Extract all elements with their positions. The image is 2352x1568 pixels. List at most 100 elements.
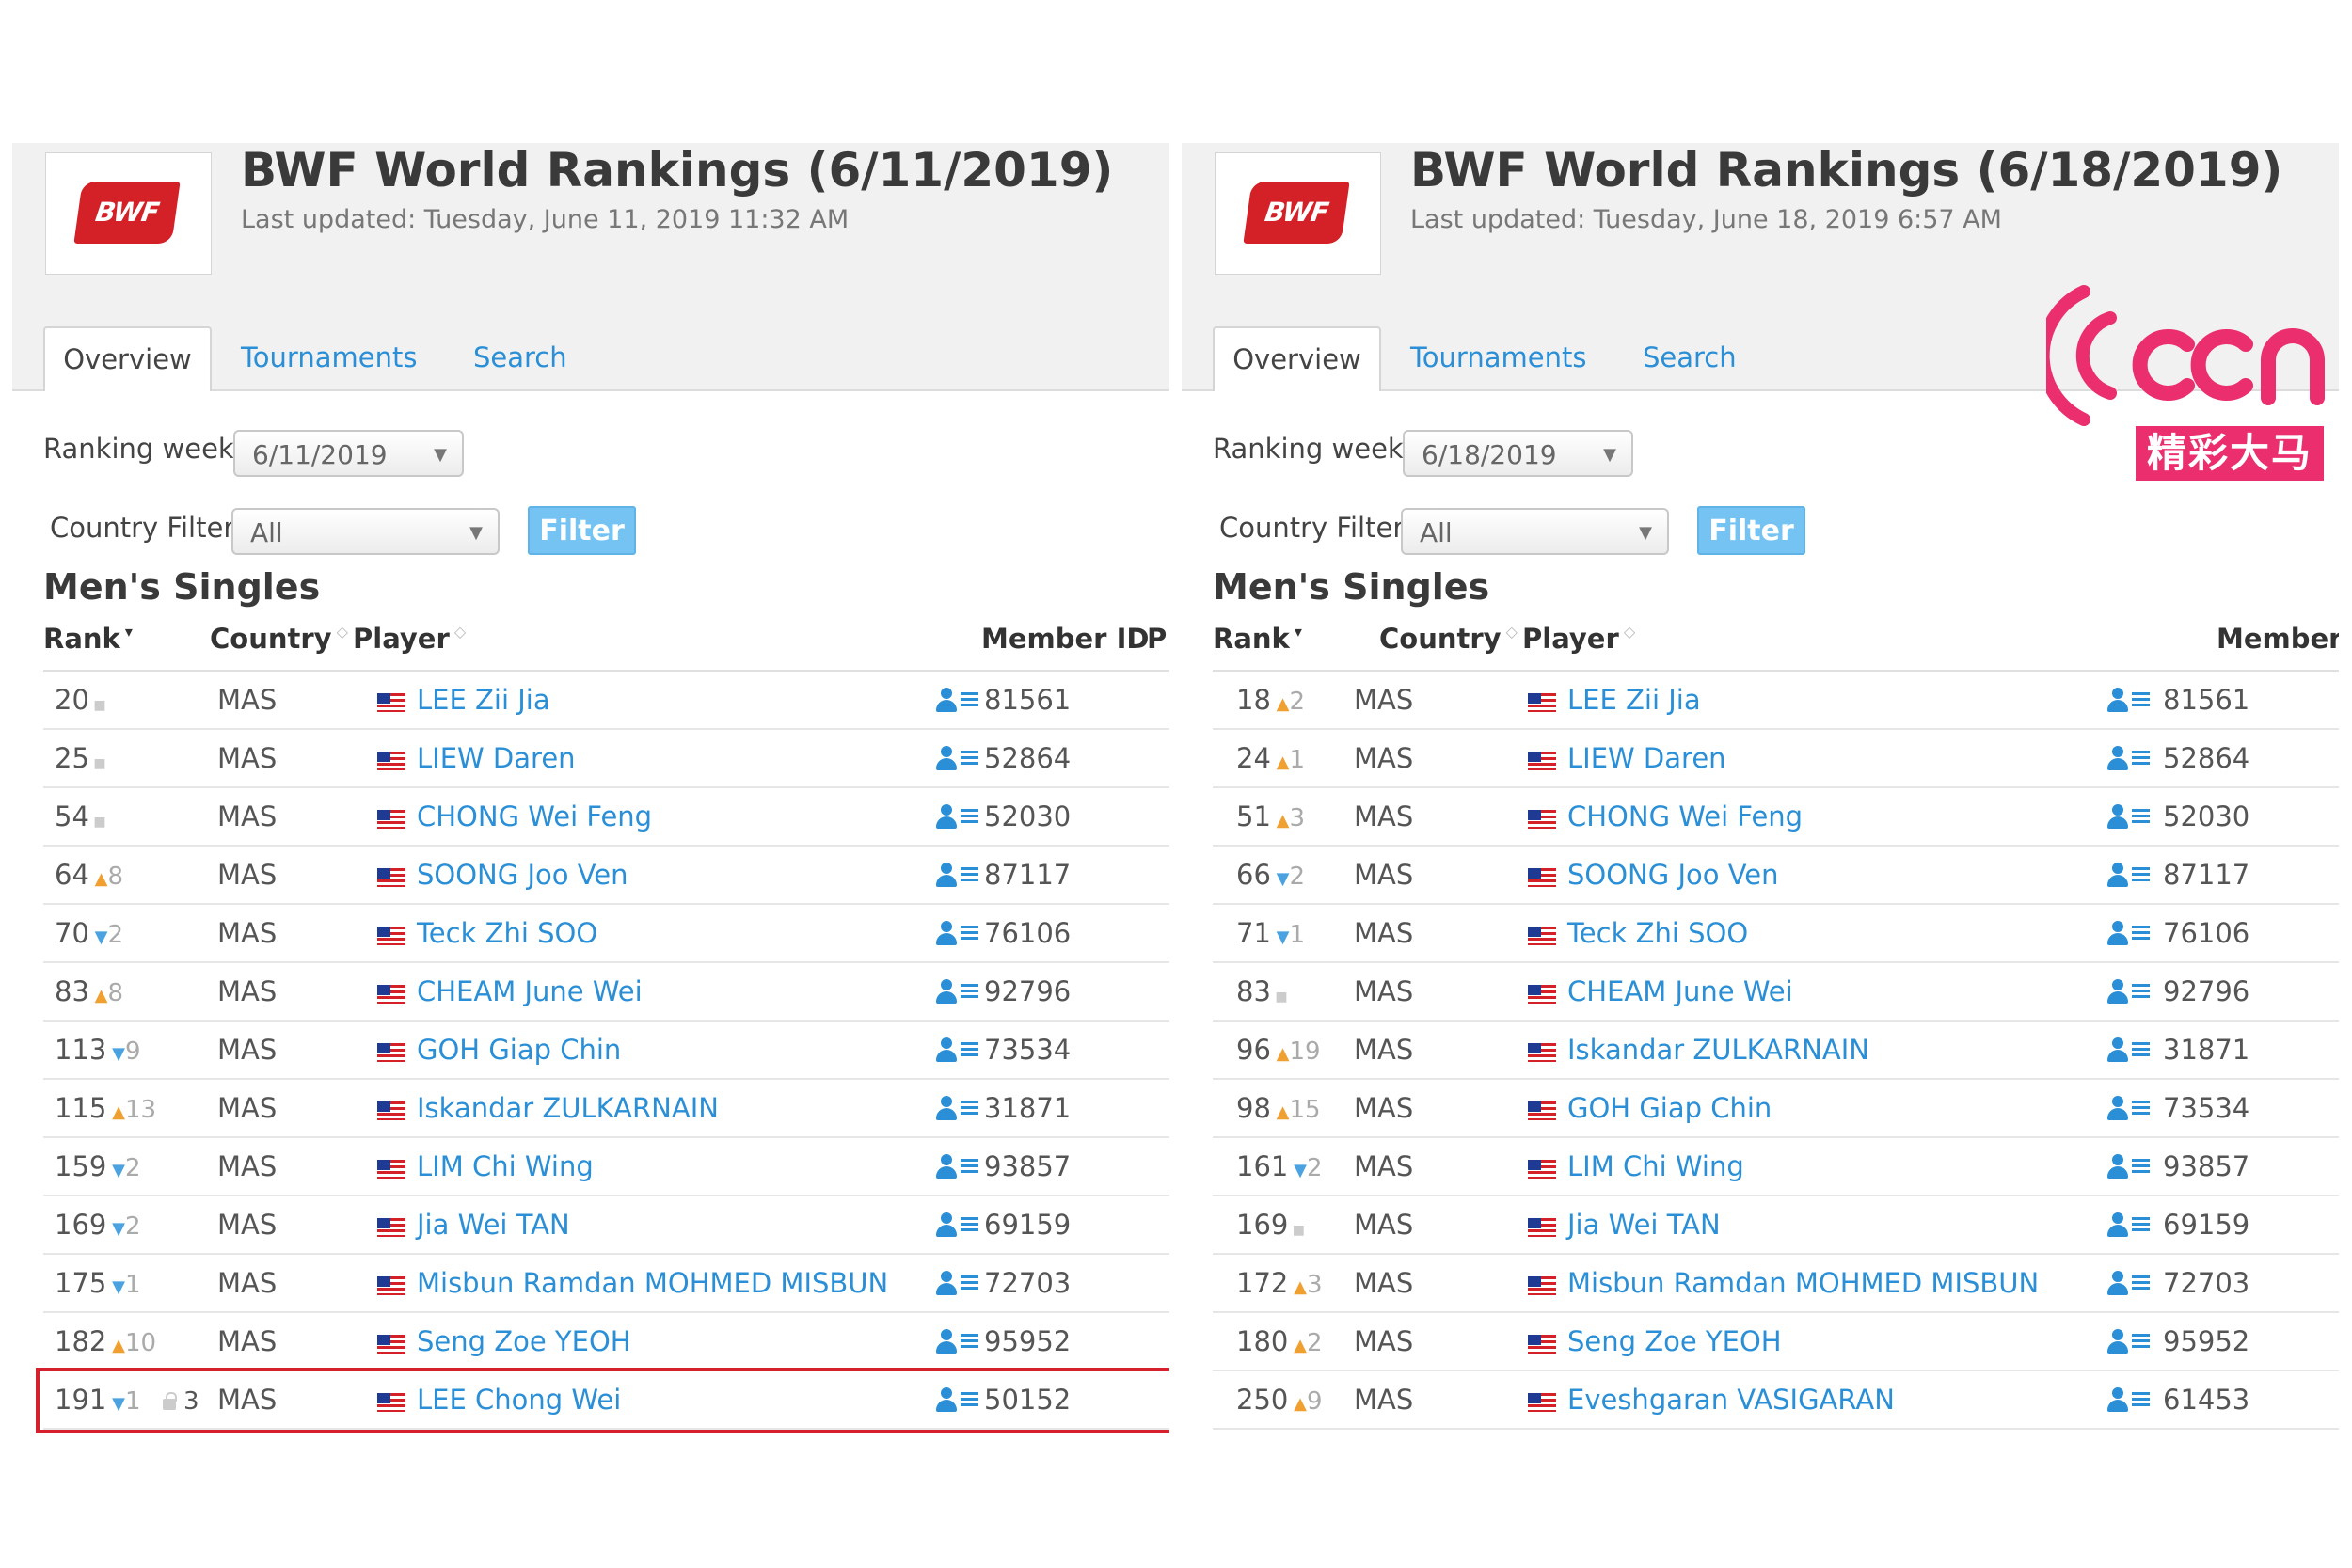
profile-list-icon[interactable]	[935, 1269, 980, 1297]
country-filter-select[interactable]: All ▼	[1401, 508, 1669, 555]
profile-list-icon[interactable]	[2106, 1036, 2152, 1064]
player-link[interactable]: Misbun Ramdan MOHMED MISBUN	[1567, 1267, 2039, 1299]
player-link[interactable]: Misbun Ramdan MOHMED MISBUN	[417, 1267, 888, 1299]
player-link[interactable]: LIM Chi Wing	[1567, 1150, 1744, 1182]
profile-icon-body	[2107, 758, 2128, 770]
member-id-cell: 52030	[2163, 800, 2250, 832]
member-id-cell: 93857	[2163, 1150, 2250, 1182]
rank-down-icon: ▼	[1270, 927, 1290, 947]
profile-list-icon[interactable]	[2106, 919, 2152, 947]
profile-list-icon[interactable]	[935, 1327, 980, 1355]
ranking-week-select[interactable]: 6/11/2019 ▼	[233, 430, 464, 477]
player-link[interactable]: Seng Zoe YEOH	[1567, 1325, 1782, 1357]
player-link[interactable]: LIEW Daren	[1567, 742, 1726, 774]
profile-list-icon[interactable]	[2106, 686, 2152, 714]
player-link[interactable]: Eveshgaran VASIGARAN	[1567, 1384, 1895, 1416]
player-link[interactable]: CHEAM June Wei	[1567, 975, 1793, 1007]
profile-list-icon[interactable]	[935, 1094, 980, 1122]
player-link[interactable]: LIM Chi Wing	[417, 1150, 594, 1182]
profile-list-icon[interactable]	[2106, 977, 2152, 1006]
player-link[interactable]: LEE Chong Wei	[417, 1384, 621, 1416]
profile-list-icon[interactable]	[935, 861, 980, 889]
profile-list-icon[interactable]	[935, 744, 980, 772]
profile-list-icon[interactable]	[2106, 802, 2152, 831]
player-link[interactable]: GOH Giap Chin	[1567, 1092, 1772, 1124]
rank-cell: 18 ▲2	[1236, 672, 1305, 733]
player-link[interactable]: Iskandar ZULKARNAIN	[1567, 1034, 1869, 1066]
profile-icon-body	[936, 1283, 957, 1295]
rank-value: 83	[1236, 975, 1271, 1007]
profile-list-icon[interactable]	[935, 1036, 980, 1064]
profile-list-icon[interactable]	[2106, 1386, 2152, 1414]
tab-overview[interactable]: Overview	[43, 326, 212, 391]
column-country-label: Country	[1379, 623, 1502, 655]
profile-list-icon[interactable]	[2106, 1269, 2152, 1297]
player-link[interactable]: Jia Wei TAN	[1567, 1209, 1721, 1241]
column-header-country[interactable]: Country ◇	[210, 623, 348, 655]
malaysia-flag-icon	[377, 1101, 405, 1120]
column-header-player[interactable]: Player ◇	[353, 623, 466, 655]
rank-cell: 70 ▼2	[55, 905, 123, 966]
bwf-logo[interactable]: BWF	[45, 152, 212, 275]
profile-list-icon[interactable]	[935, 977, 980, 1006]
player-link[interactable]: SOONG Joo Ven	[417, 859, 628, 891]
player-link[interactable]: GOH Giap Chin	[417, 1034, 621, 1066]
ranking-week-select[interactable]: 6/18/2019 ▼	[1403, 430, 1633, 477]
profile-list-icon[interactable]	[935, 802, 980, 831]
profile-list-icon[interactable]	[2106, 1094, 2152, 1122]
player-link[interactable]: LEE Zii Jia	[417, 684, 550, 716]
profile-list-icon[interactable]	[935, 1152, 980, 1180]
member-id-cell: 92796	[984, 975, 1072, 1007]
profile-list-icon[interactable]	[935, 686, 980, 714]
rank-value: 115	[55, 1092, 107, 1124]
country-filter-select[interactable]: All ▼	[231, 508, 500, 555]
profile-list-icon[interactable]	[2106, 861, 2152, 889]
column-header-country[interactable]: Country ◇	[1379, 623, 1518, 655]
rank-change: 8	[107, 863, 124, 891]
profile-list-icon[interactable]	[935, 919, 980, 947]
player-link[interactable]: CHONG Wei Feng	[1567, 800, 1803, 832]
rank-cell: 169 ■	[1236, 1196, 1305, 1259]
filter-button[interactable]: Filter	[528, 506, 636, 555]
player-link[interactable]: Seng Zoe YEOH	[417, 1325, 631, 1357]
tab-search[interactable]: Search	[473, 326, 567, 389]
profile-list-icon[interactable]	[935, 1211, 980, 1239]
player-cell: CHEAM June Wei	[377, 963, 643, 1020]
rank-change: 1	[1289, 921, 1306, 949]
filter-button[interactable]: Filter	[1697, 506, 1805, 555]
player-link[interactable]: Iskandar ZULKARNAIN	[417, 1092, 719, 1124]
tab-tournaments[interactable]: Tournaments	[1410, 326, 1586, 389]
column-header-member-id: Member I	[2217, 623, 2339, 655]
country-cell: MAS	[1354, 1325, 1414, 1357]
profile-icon-head	[941, 688, 952, 699]
table-row: 182 ▲10 MAS Seng Zoe YEOH 95952	[43, 1313, 1169, 1371]
profile-icon-lines	[961, 751, 978, 766]
tab-tournaments[interactable]: Tournaments	[241, 326, 417, 389]
profile-icon-lines	[961, 926, 978, 941]
player-link[interactable]: Jia Wei TAN	[417, 1209, 570, 1241]
player-link[interactable]: LIEW Daren	[417, 742, 576, 774]
profile-list-icon[interactable]	[2106, 1327, 2152, 1355]
table-row: 161 ▼2 MAS LIM Chi Wing 93857	[1213, 1138, 2339, 1196]
country-cell: MAS	[217, 684, 278, 716]
player-link[interactable]: SOONG Joo Ven	[1567, 859, 1779, 891]
player-link[interactable]: CHEAM June Wei	[417, 975, 643, 1007]
profile-list-icon[interactable]	[2106, 1211, 2152, 1239]
player-link[interactable]: Teck Zhi SOO	[417, 917, 597, 949]
member-id-cell: 92796	[2163, 975, 2250, 1007]
bwf-logo[interactable]: BWF	[1215, 152, 1381, 275]
member-id-cell: 72703	[984, 1267, 1072, 1299]
profile-list-icon[interactable]	[2106, 1152, 2152, 1180]
column-header-rank[interactable]: Rank ▾	[43, 623, 133, 655]
player-link[interactable]: LEE Zii Jia	[1567, 684, 1701, 716]
column-header-player[interactable]: Player ◇	[1522, 623, 1635, 655]
tab-overview[interactable]: Overview	[1213, 326, 1381, 391]
column-header-rank[interactable]: Rank ▾	[1213, 623, 1302, 655]
profile-list-icon[interactable]	[2106, 744, 2152, 772]
player-link[interactable]: CHONG Wei Feng	[417, 800, 652, 832]
rank-cell: 24 ▲1	[1236, 730, 1305, 791]
player-link[interactable]: Teck Zhi SOO	[1567, 917, 1748, 949]
profile-list-icon[interactable]	[935, 1386, 980, 1414]
tab-search[interactable]: Search	[1643, 326, 1737, 389]
rank-change: 2	[1289, 688, 1306, 716]
